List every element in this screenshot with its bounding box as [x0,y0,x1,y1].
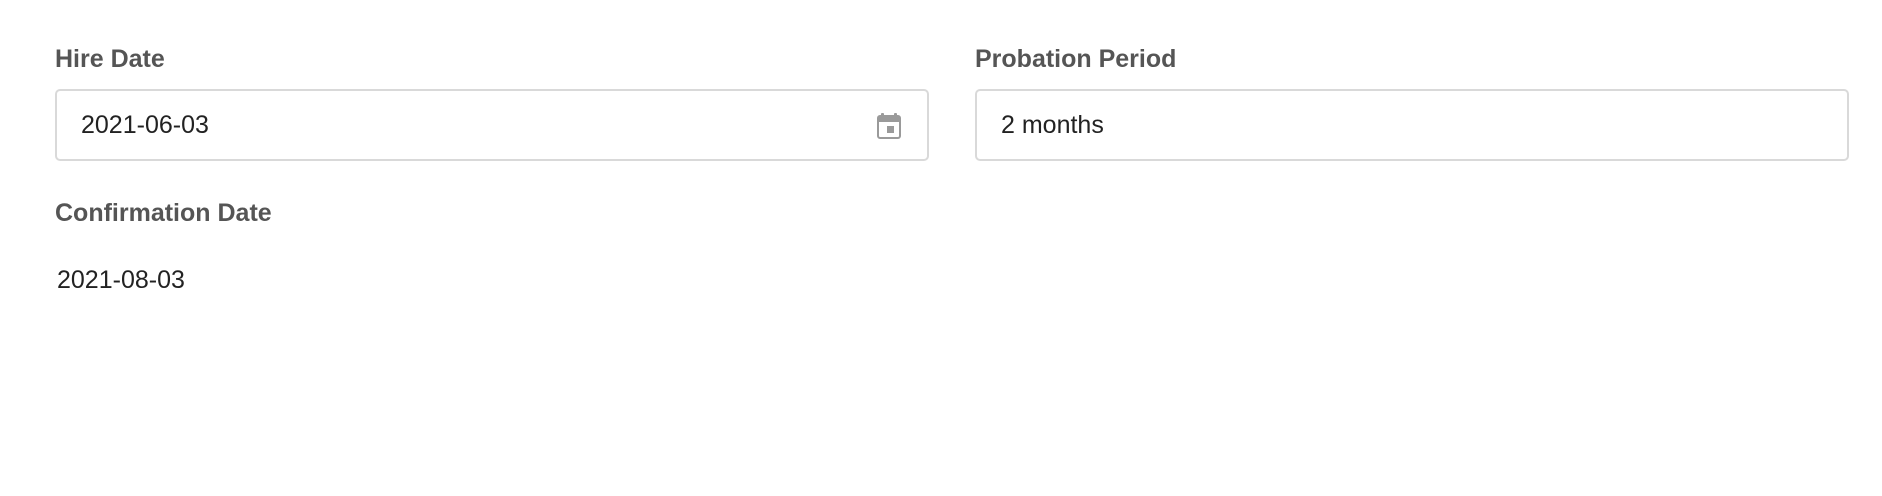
calendar-icon[interactable] [877,113,901,139]
confirmation-date-label: Confirmation Date [55,199,272,227]
hire-date-label-wrap: Hire Date [55,44,165,74]
confirmation-date-value-wrap: 2021-08-03 [57,266,185,295]
probation-period-value: 2 months [1001,110,1104,139]
hire-date-input[interactable]: 2021-06-03 [55,89,929,161]
hire-date-label: Hire Date [55,45,165,73]
probation-period-input[interactable]: 2 months [975,89,1849,161]
probation-period-label-wrap: Probation Period [975,44,1176,74]
confirmation-date-label-wrap: Confirmation Date [55,198,272,228]
hire-date-value: 2021-06-03 [81,110,209,139]
employment-dates-form: Hire Date 2021-06-03 Probation Period 2 … [0,0,1882,496]
probation-period-label: Probation Period [975,45,1177,73]
confirmation-date-value: 2021-08-03 [57,266,185,294]
